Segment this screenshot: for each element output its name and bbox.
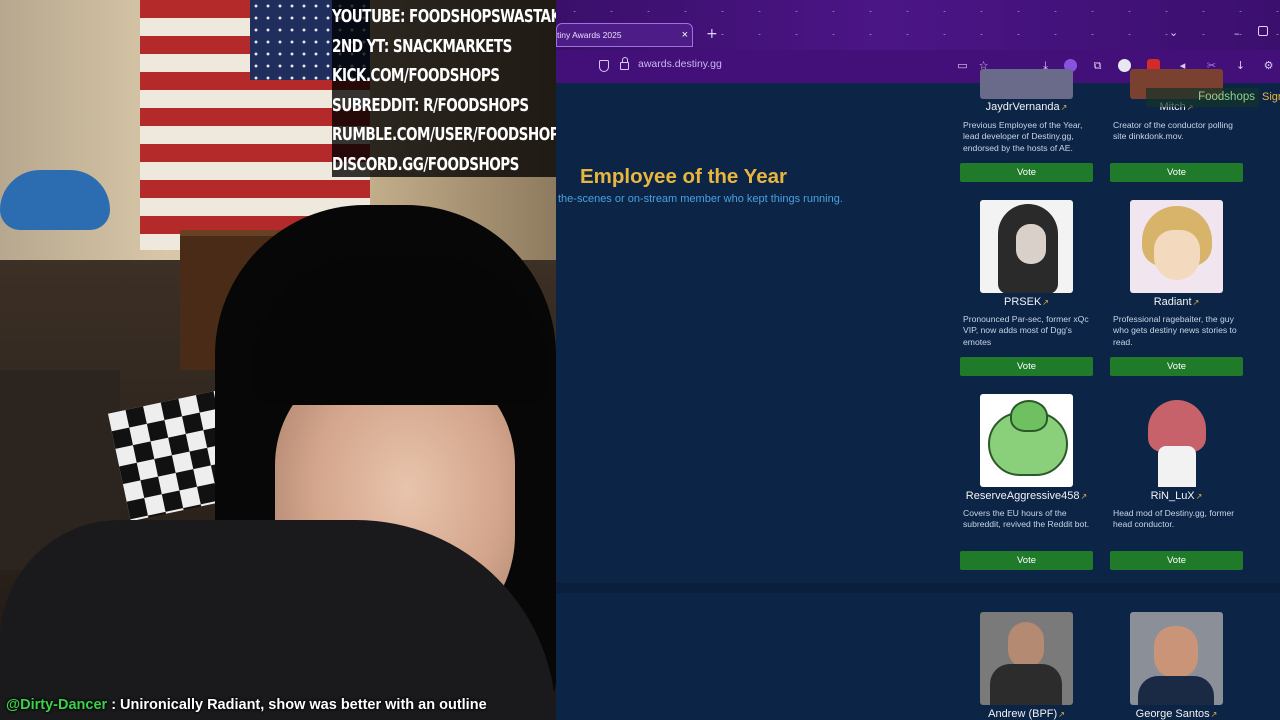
candidate-name[interactable]: Radiant↗ <box>1110 296 1243 308</box>
social-line-subreddit: SUBREDDIT: R/FOODSHOPS <box>332 95 529 116</box>
social-line-kick: KICK.COM/FOODSHOPS <box>332 66 500 87</box>
candidate-description: Covers the EU hours of the subreddit, re… <box>963 508 1090 530</box>
candidate-avatar <box>980 394 1073 487</box>
downloads-icon[interactable]: ↓ <box>1234 59 1247 72</box>
extension-chat-icon[interactable] <box>1118 59 1131 72</box>
candidate-avatar <box>1130 200 1223 293</box>
candidate-name[interactable]: RiN_LuX↗ <box>1110 490 1243 502</box>
external-link-icon: ↗ <box>1080 492 1088 501</box>
browser-window: tiny Awards 2025 × + ⌄ – awards.destiny.… <box>556 0 1280 720</box>
social-line-discord: DISCORD.GG/FOODSHOPS <box>332 154 519 175</box>
social-links-overlay: YOUTUBE: FOODSHOPSWASTAKEN 2ND YT: SNACK… <box>332 0 556 177</box>
chat-text: : Unironically Radiant, show was better … <box>107 697 487 713</box>
external-link-icon: ↗ <box>1195 492 1203 501</box>
settings-gear-icon[interactable]: ⚙ <box>1262 59 1275 72</box>
address-bar[interactable]: awards.destiny.gg <box>638 58 722 70</box>
vote-button[interactable]: Vote <box>1110 163 1243 182</box>
candidate-avatar <box>980 69 1073 99</box>
external-link-icon: ↗ <box>1210 710 1218 719</box>
new-tab-icon[interactable]: + <box>706 26 718 42</box>
candidate-avatar <box>980 200 1073 293</box>
tabs-menu-icon[interactable]: ⌄ <box>1169 26 1178 39</box>
external-link-icon: ↗ <box>1042 298 1049 307</box>
shield-icon[interactable] <box>599 60 609 72</box>
webcam-feed: YOUTUBE: FOODSHOPSWASTAKEN 2ND YT: SNACK… <box>0 0 556 720</box>
section-divider <box>556 583 1280 593</box>
install-app-icon[interactable]: ▭ <box>956 59 969 72</box>
vote-button[interactable]: Vote <box>1110 551 1243 570</box>
extension-puzzle-icon[interactable]: ⧉ <box>1091 59 1104 72</box>
vote-button[interactable]: Vote <box>960 163 1093 182</box>
external-link-icon: ↗ <box>1058 710 1065 719</box>
social-line-rumble: RUMBLE.COM/USER/FOODSHOPS <box>332 125 556 146</box>
sign-in-link[interactable]: Sign <box>1262 89 1280 106</box>
vote-button[interactable]: Vote <box>1110 357 1243 376</box>
candidate-name[interactable]: ReserveAggressive458↗ <box>960 490 1093 502</box>
tab-close-icon[interactable]: × <box>682 24 688 46</box>
external-link-icon: ↗ <box>1192 298 1200 307</box>
candidate-avatar <box>980 612 1073 705</box>
category-title: Employee of the Year <box>580 165 787 188</box>
browser-tab[interactable]: tiny Awards 2025 × <box>556 23 693 47</box>
candidate-description: Pronounced Par-sec, former xQc VIP, now … <box>963 314 1089 347</box>
candidate-avatar <box>1130 394 1223 487</box>
user-account-chip[interactable]: Foodshops <box>1146 88 1259 107</box>
candidate-name[interactable]: JaydrVernanda↗ <box>960 101 1093 113</box>
candidate-name[interactable]: Andrew (BPF)↗ <box>960 708 1093 720</box>
social-line-2nd-yt: 2ND YT: SNACKMARKETS <box>332 36 512 57</box>
maximize-icon[interactable] <box>1258 26 1268 36</box>
tab-title: tiny Awards 2025 <box>557 30 622 40</box>
candidate-description: Creator of the conductor polling site di… <box>1113 120 1233 142</box>
chat-username: @Dirty-Dancer <box>6 697 108 713</box>
candidate-name[interactable]: PRSEK↗ <box>960 296 1093 308</box>
minimize-icon[interactable]: – <box>1234 27 1240 40</box>
candidate-description: Previous Employee of the Year, lead deve… <box>963 120 1083 153</box>
candidate-avatar <box>1130 612 1223 705</box>
candidate-name[interactable]: George Santos↗ <box>1110 708 1243 720</box>
candidate-description: Head mod of Destiny.gg, former head cond… <box>1113 508 1235 530</box>
social-line-youtube: YOUTUBE: FOODSHOPSWASTAKEN <box>332 7 556 27</box>
vote-button[interactable]: Vote <box>960 357 1093 376</box>
vote-button[interactable]: Vote <box>960 551 1093 570</box>
external-link-icon: ↗ <box>1060 103 1068 112</box>
chat-message: @Dirty-Dancer : Unironically Radiant, sh… <box>6 697 487 713</box>
category-description: the-scenes or on-stream member who kept … <box>558 193 843 205</box>
lock-icon[interactable] <box>620 57 629 70</box>
plush-toy <box>0 170 110 230</box>
candidate-description: Professional ragebaiter, the guy who get… <box>1113 314 1237 347</box>
awards-page: Employee of the Year the-scenes or on-st… <box>556 69 1280 720</box>
